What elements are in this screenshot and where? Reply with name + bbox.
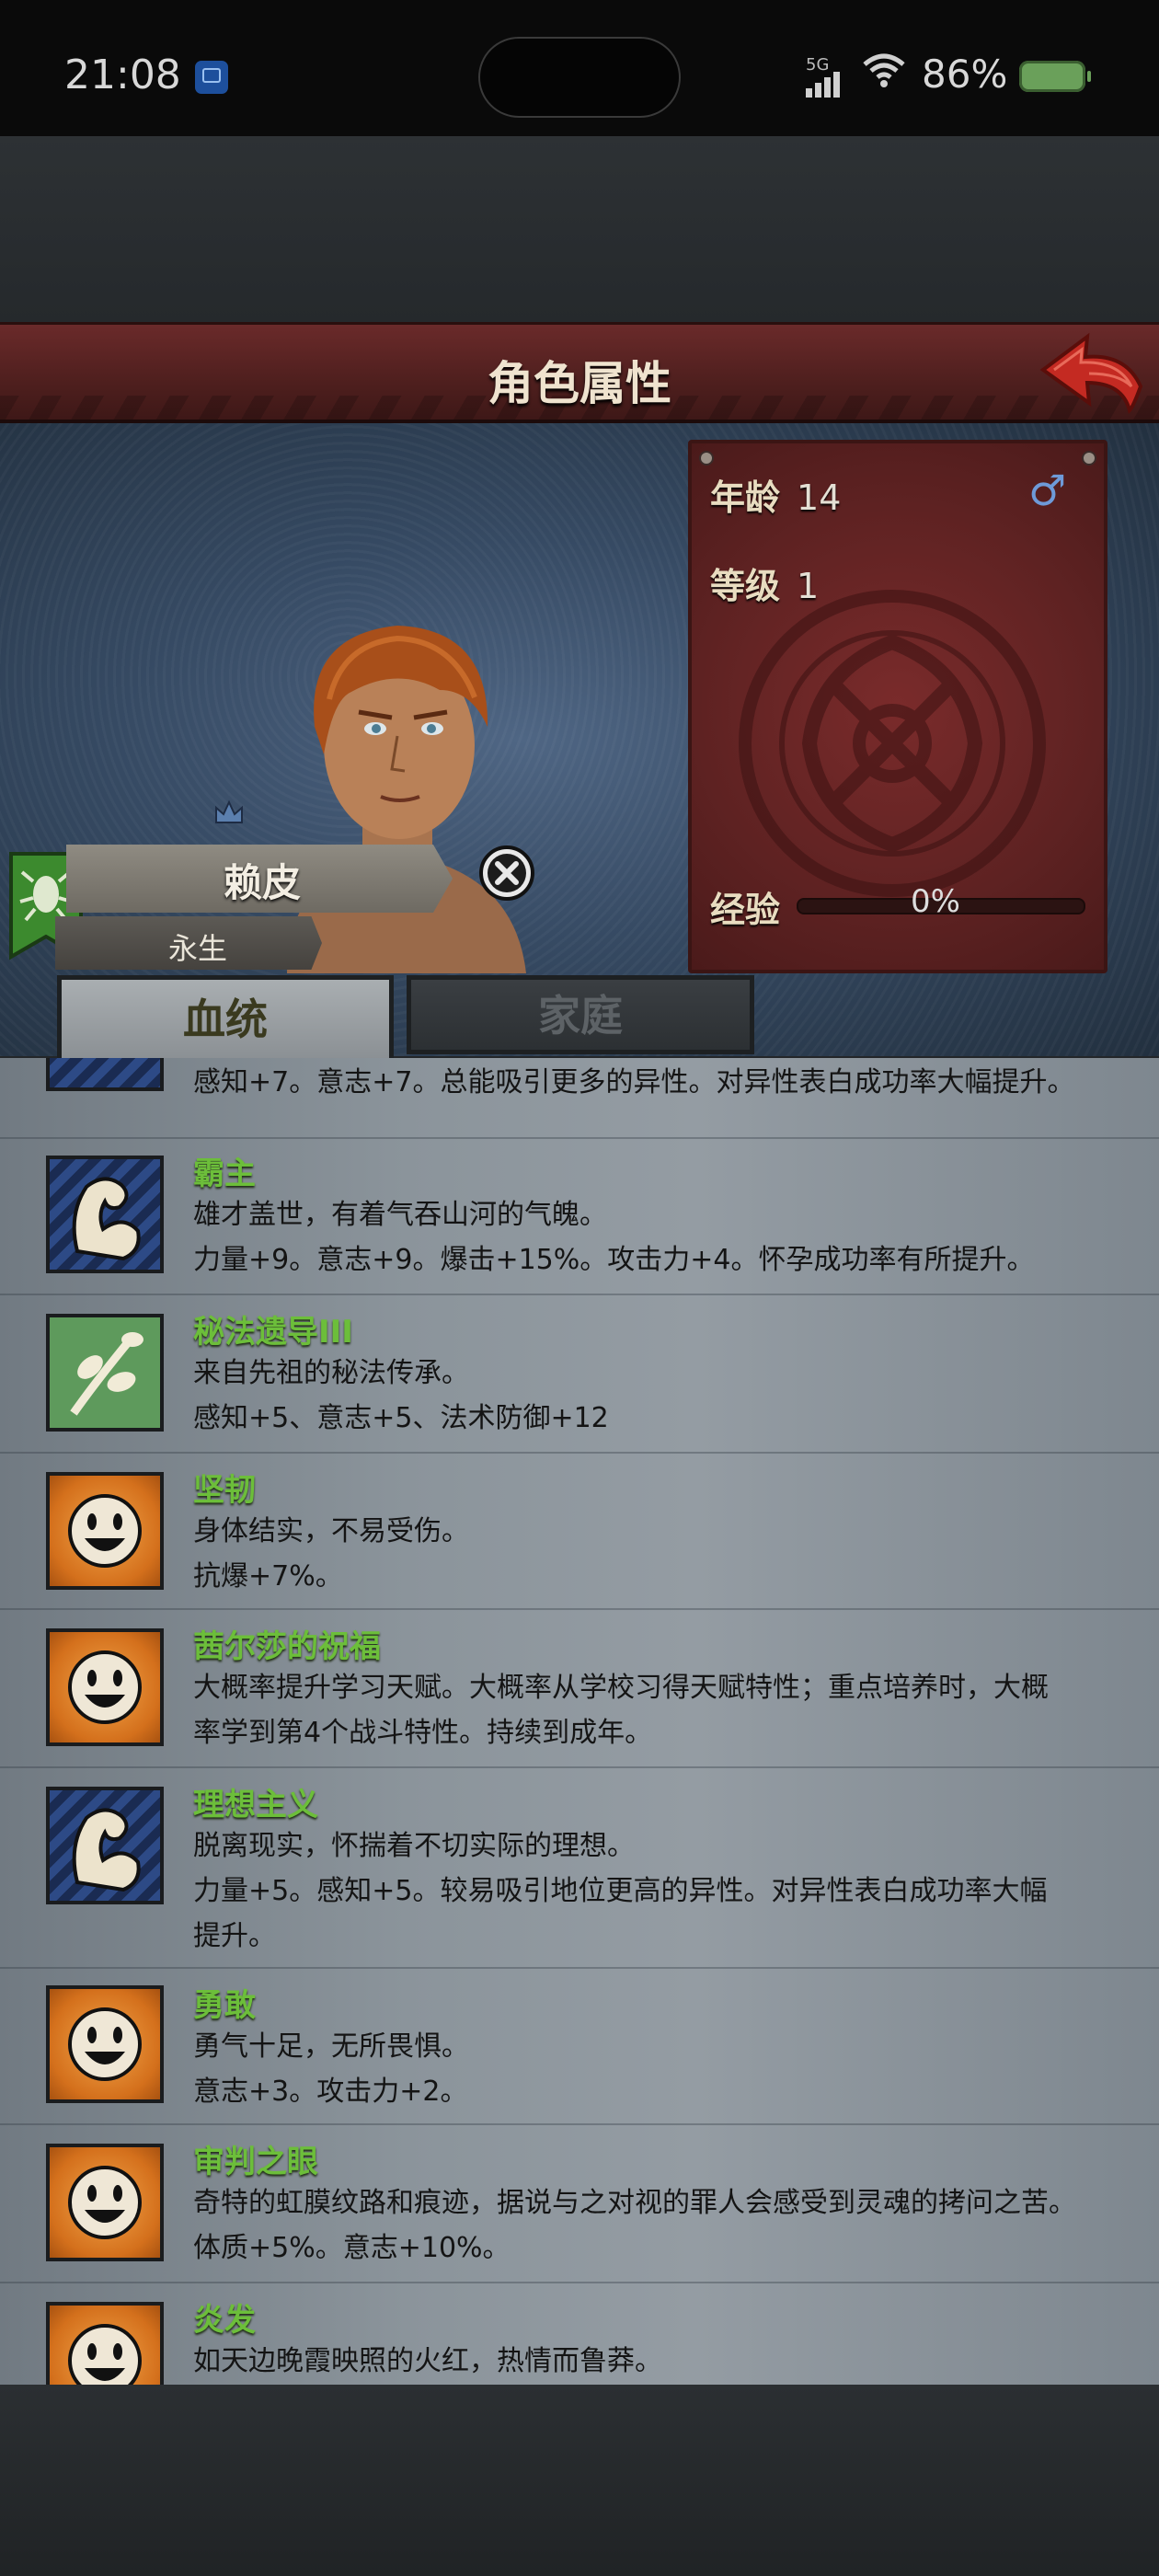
battery-percent: 86% (922, 52, 1008, 97)
trait-name: 审判之眼 (193, 2144, 318, 2180)
level-row: 等级 1 (710, 558, 819, 608)
trait-row: 秘法遗导III 来自先祖的秘法传承。 感知+5、意志+5、法术防御+12 (0, 1294, 1159, 1454)
trait-line: 如天边晚霞映照的火红，热情而鲁莽。 (193, 2345, 662, 2377)
trait-line: 奇特的虹膜纹路和痕迹，据说与之对视的罪人会感受到灵魂的拷问之苦。 (193, 2187, 1076, 2219)
smiley-icon (46, 1628, 164, 1746)
strength-arm-icon (46, 1787, 164, 1904)
trait-row: 理想主义 脱离现实，怀揣着不切实际的理想。 力量+5。感知+5。较易吸引地位更高… (0, 1766, 1159, 1969)
trait-line: 感知+5、意志+5、法术防御+12 (193, 1402, 609, 1434)
trait-name: 秘法遗导III (193, 1314, 353, 1351)
smiley-icon (46, 2144, 164, 2261)
smiley-icon (46, 1985, 164, 2103)
rivet (1082, 451, 1096, 466)
trait-row: 霸主 雄才盖世，有着气吞山河的气魄。 力量+9。意志+9。爆击+15%。攻击力+… (0, 1137, 1159, 1295)
trait-name: 炎发 (193, 2302, 256, 2339)
celtic-knot-emblem (739, 590, 1046, 897)
trait-line: 脱离现实，怀揣着不切实际的理想。 (193, 1830, 635, 1862)
trait-row: 坚韧 身体结实，不易受伤。 抗爆+7%。 (0, 1452, 1159, 1610)
smiley-icon (46, 2302, 164, 2385)
trait-line: 提升。 (193, 1920, 276, 1952)
tab-bloodline[interactable]: 血统 (57, 975, 394, 1064)
age-label: 年龄 (710, 477, 781, 518)
trait-name: 勇敢 (193, 1987, 256, 2024)
title-banner: 角色属性 (0, 322, 1159, 423)
trait-line: 意志+3。攻击力+2。 (193, 2076, 468, 2108)
trait-line: 勇气十足，无所畏惧。 (193, 2030, 469, 2063)
trait-line: 雄才盖世，有着气吞山河的气魄。 (193, 1199, 607, 1231)
camera-notch (478, 37, 681, 118)
trait-line: 大概率提升学习天赋。大概率从学校习得天赋特性；重点培养时，大概 (193, 1672, 1049, 1704)
back-arrow-icon (1039, 332, 1143, 414)
rivet (699, 451, 714, 466)
trait-row: 炎发 如天边晚霞映照的火红，热情而鲁莽。 (0, 2282, 1159, 2385)
trait-row: 感知+7。意志+7。总能吸引更多的异性。对异性表白成功率大幅提升。 (0, 1058, 1159, 1139)
male-gender-icon: ♂ (1028, 466, 1067, 515)
age-value: 14 (797, 477, 842, 518)
back-button[interactable] (1038, 329, 1146, 414)
trait-row: 茜尔莎的祝福 大概率提升学习天赋。大概率从学校习得天赋特性；重点培养时，大概 率… (0, 1608, 1159, 1768)
trait-description: 如天边晚霞映照的火红，热情而鲁莽。 (193, 2339, 1113, 2384)
wifi-icon (863, 52, 905, 98)
trait-line: 感知+7。意志+7。总能吸引更多的异性。对异性表白成功率大幅提升。 (193, 1066, 1075, 1098)
trait-name: 理想主义 (193, 1787, 318, 1823)
trait-line: 力量+5。感知+5。较易吸引地位更高的异性。对异性表白成功率大幅 (193, 1875, 1048, 1907)
crown-icon (215, 799, 243, 823)
trait-line: 率学到第4个战斗特性。持续到成年。 (193, 1717, 653, 1749)
character-portrait (287, 626, 526, 973)
close-button[interactable] (478, 845, 535, 902)
trait-name: 霸主 (193, 1156, 256, 1192)
top-spacer (0, 136, 1159, 322)
level-label: 等级 (710, 566, 781, 606)
trait-description: 大概率提升学习天赋。大概率从学校习得天赋特性；重点培养时，大概 率学到第4个战斗… (193, 1665, 1113, 1755)
trait-line: 来自先祖的秘法传承。 (193, 1357, 469, 1389)
exp-value: 0% (911, 883, 960, 920)
trait-description: 脱离现实，怀揣着不切实际的理想。 力量+5。感知+5。较易吸引地位更高的异性。对… (193, 1823, 1113, 1959)
age-row: 年龄 14 (710, 469, 841, 520)
page-title: 角色属性 (488, 357, 671, 410)
trait-line: 身体结实，不易受伤。 (193, 1515, 469, 1547)
character-subtitle: 永生 (167, 931, 227, 966)
trait-description: 雄才盖世，有着气吞山河的气魄。 力量+9。意志+9。爆击+15%。攻击力+4。怀… (193, 1192, 1113, 1282)
tab-family[interactable]: 家庭 (407, 975, 754, 1054)
trait-description: 勇气十足，无所畏惧。 意志+3。攻击力+2。 (193, 2024, 1113, 2114)
trait-description: 身体结实，不易受伤。 抗爆+7%。 (193, 1509, 1113, 1599)
level-value: 1 (797, 566, 820, 606)
trait-line: 抗爆+7%。 (193, 1560, 343, 1593)
bottom-area (0, 2385, 1159, 2576)
branch-icon (46, 1314, 164, 1432)
trait-list[interactable]: 感知+7。意志+7。总能吸引更多的异性。对异性表白成功率大幅提升。 霸主 雄才盖… (0, 1058, 1159, 2385)
app-notification-icon (195, 61, 228, 94)
exp-label: 经验 (710, 890, 781, 930)
smiley-icon (46, 1472, 164, 1590)
strength-arm-icon (46, 1058, 164, 1091)
status-time: 21:08 (64, 52, 181, 98)
trait-row: 勇敢 勇气十足，无所畏惧。 意志+3。攻击力+2。 (0, 1967, 1159, 2125)
trait-line: 体质+5%。意志+10%。 (193, 2232, 511, 2264)
strength-arm-icon (46, 1156, 164, 1273)
status-bar: 21:08 5G 86% (0, 0, 1159, 136)
trait-description: 奇特的虹膜纹路和痕迹，据说与之对视的罪人会感受到灵魂的拷问之苦。 体质+5%。意… (193, 2180, 1113, 2271)
signal-icon (806, 72, 843, 98)
trait-name: 坚韧 (193, 1472, 256, 1509)
trait-line: 力量+9。意志+9。爆击+15%。攻击力+4。怀孕成功率有所提升。 (193, 1244, 1035, 1276)
close-icon (479, 845, 534, 901)
trait-description: 来自先祖的秘法传承。 感知+5、意志+5、法术防御+12 (193, 1351, 1113, 1441)
battery-icon (1019, 61, 1091, 92)
trait-name: 茜尔莎的祝福 (193, 1628, 381, 1665)
trait-description: 感知+7。意志+7。总能吸引更多的异性。对异性表白成功率大幅提升。 (193, 1060, 1113, 1105)
trait-row: 审判之眼 奇特的虹膜纹路和痕迹，据说与之对视的罪人会感受到灵魂的拷问之苦。 体质… (0, 2123, 1159, 2283)
character-name: 赖皮 (223, 860, 301, 905)
